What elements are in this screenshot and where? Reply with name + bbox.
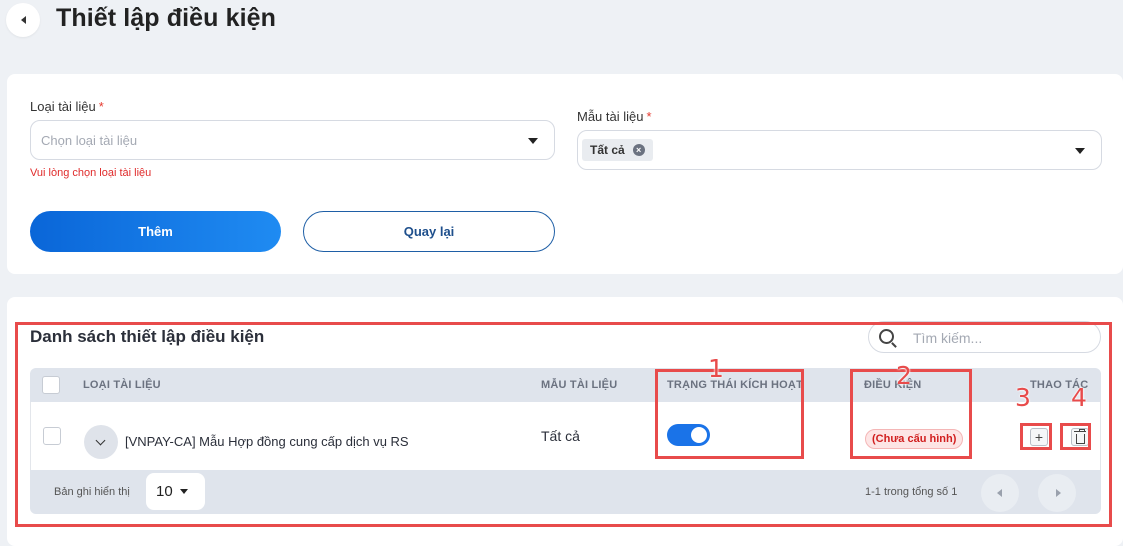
caret-down-icon [1075,148,1085,154]
caret-down-icon [528,138,538,144]
doc-type-select[interactable]: Chọn loại tài liệu [30,120,555,160]
row-template: Tất cả [541,428,580,444]
active-toggle[interactable] [667,424,710,446]
search-icon [879,329,894,344]
condition-status-badge: (Chưa cấu hình) [865,429,964,449]
search-placeholder: Tìm kiếm... [913,330,983,346]
prev-page-button[interactable] [981,474,1019,512]
section-title: Danh sách thiết lập điều kiện [30,327,265,346]
template-label: Mẫu tài liệu * [577,109,652,124]
next-page-button[interactable] [1038,474,1076,512]
back-button[interactable] [6,3,40,37]
col-template: MẪU TÀI LIỆU [541,379,618,391]
page-title: Thiết lập điều kiện [56,4,276,32]
table-footer: Bản ghi hiển thị 10 1-1 trong tổng số 1 [30,470,1101,514]
row-checkbox[interactable] [43,427,61,445]
add-condition-button[interactable]: + [1030,428,1048,446]
plus-icon: + [1034,429,1044,445]
row-doc-type: [VNPAY-CA] Mẫu Hợp đồng cung cấp dịch vụ… [125,434,409,449]
per-page-select[interactable]: 10 [146,473,205,510]
chip-remove-icon[interactable]: × [632,144,645,156]
delete-button[interactable] [1071,428,1089,446]
trash-icon [1073,428,1086,444]
add-button[interactable]: Thêm [30,211,281,252]
filter-form-card: Loại tài liệu * Chọn loại tài liệu Vui lò… [7,74,1123,274]
col-doc-type: LOẠI TÀI LIỆU [83,379,161,391]
back-form-button[interactable]: Quay lại [303,211,555,252]
doc-type-error: Vui lòng chọn loại tài liệu [30,167,152,179]
template-chip: Tất cả × [582,139,653,161]
doc-type-label: Loại tài liệu * [30,99,104,114]
template-select[interactable]: Tất cả × [577,130,1102,170]
select-all-checkbox[interactable] [42,376,60,394]
search-box[interactable]: Tìm kiếm... [868,321,1101,353]
pagination-range: 1-1 trong tổng số 1 [865,486,958,498]
table-row: [VNPAY-CA] Mẫu Hợp đồng cung cấp dịch vụ… [30,402,1101,470]
toggle-knob [691,427,707,443]
table-header: LOẠI TÀI LIỆU MẪU TÀI LIỆU TRẠNG THÁI KÍ… [30,368,1101,402]
col-condition: ĐIỀU KIỆN [864,379,922,391]
per-page-label: Bản ghi hiển thị [54,486,130,498]
condition-list-card: Danh sách thiết lập điều kiện Tìm kiếm..… [7,297,1123,546]
caret-down-icon [180,489,188,494]
col-status: TRẠNG THÁI KÍCH HOẠT [667,379,803,391]
chevron-left-icon [20,16,26,24]
doc-type-placeholder: Chọn loại tài liệu [41,133,138,148]
expand-row-button[interactable] [84,425,118,459]
col-actions: THAO TÁC [1030,379,1089,391]
